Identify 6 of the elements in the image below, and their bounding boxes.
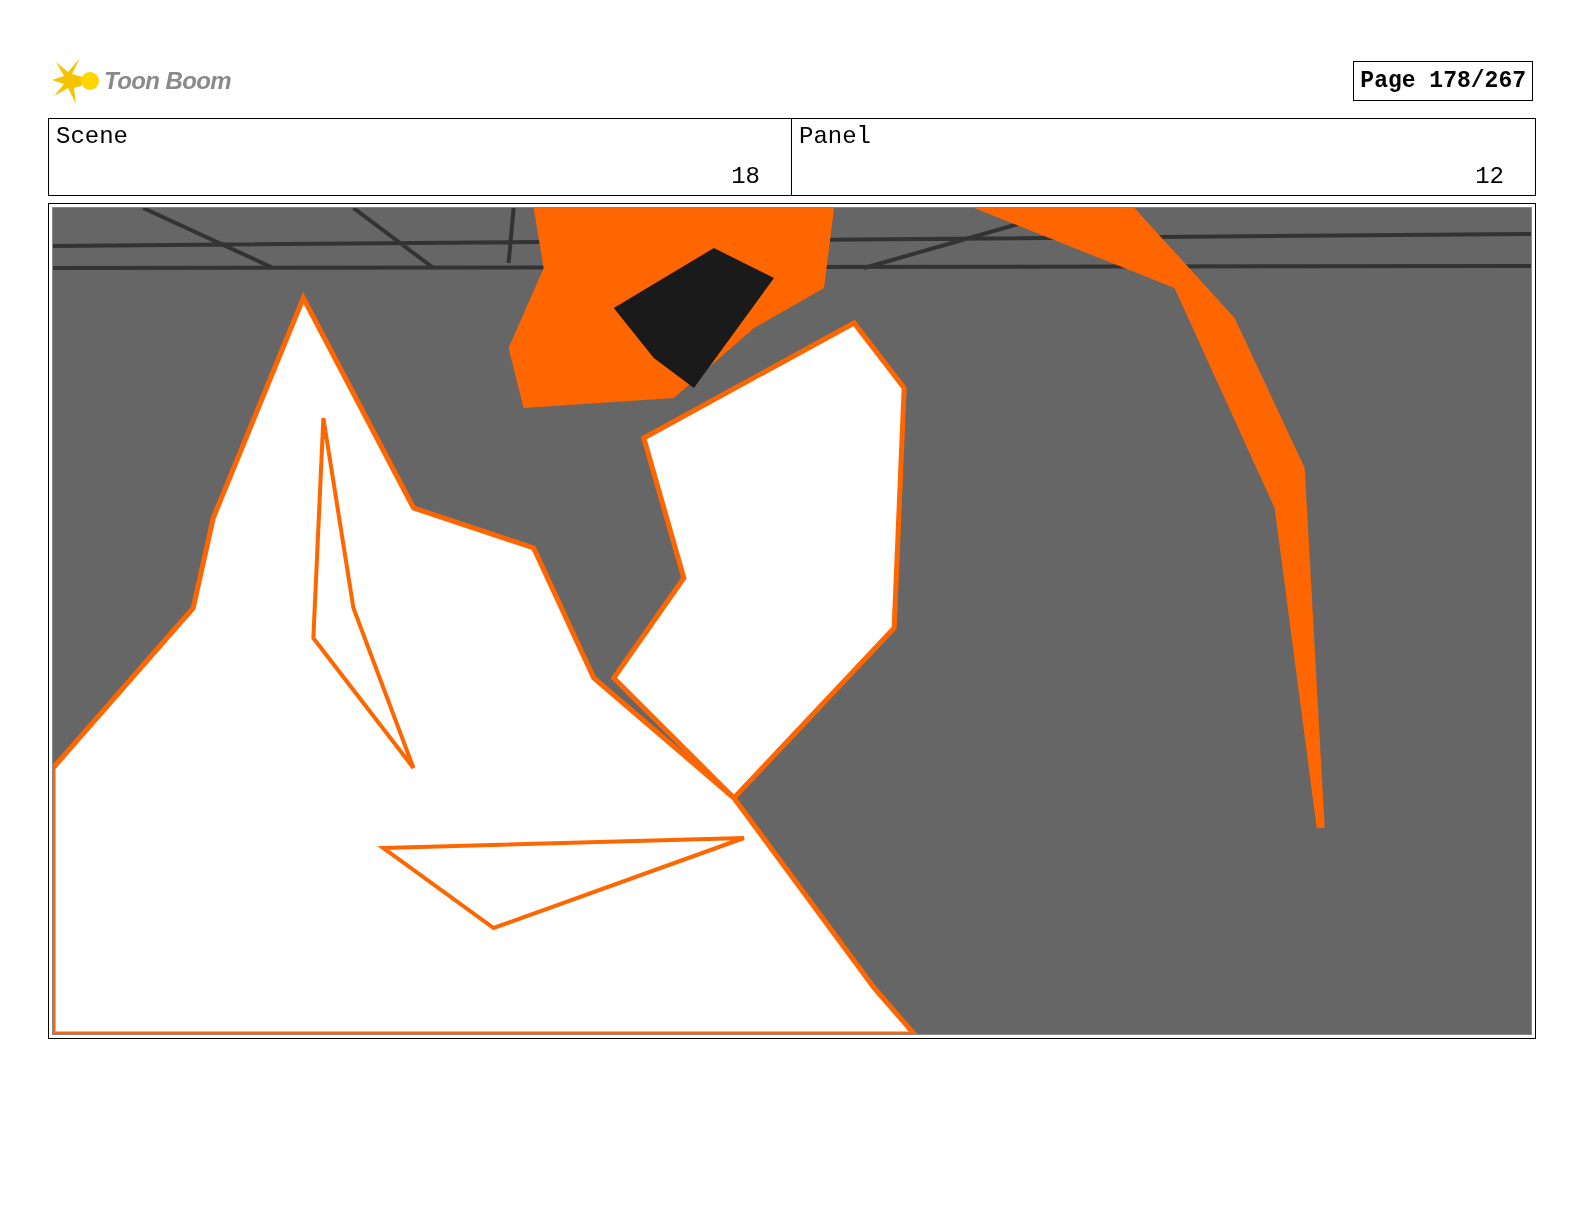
page-number: Page 178/267 (1353, 61, 1533, 101)
field-label: Panel (799, 122, 871, 152)
field-label: Scene (56, 122, 128, 152)
field-value: 12 (1475, 162, 1504, 192)
logo-text: Toon Boom (104, 66, 231, 96)
field-value: 18 (731, 162, 760, 192)
